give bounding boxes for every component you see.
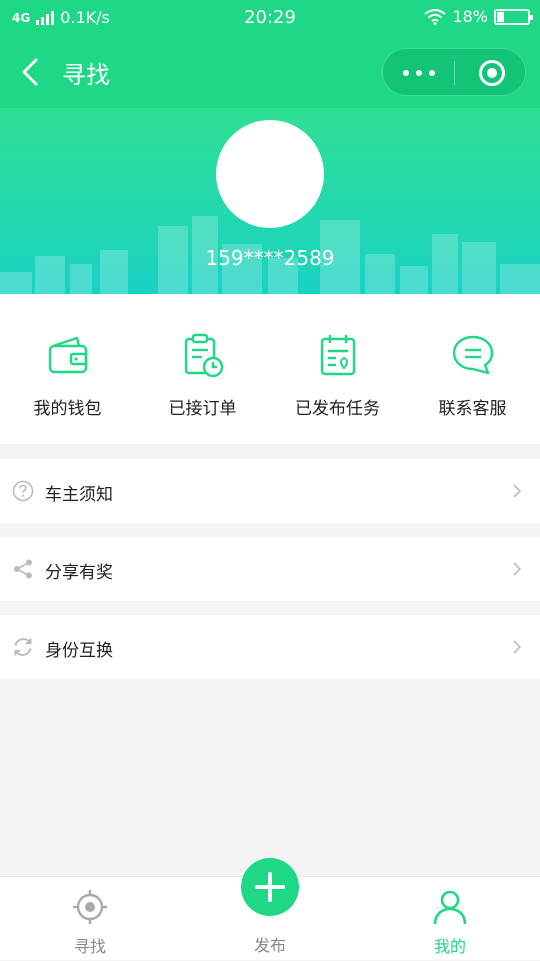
question-icon [12, 480, 34, 502]
quick-action-label: 我的钱包 [33, 399, 102, 419]
back-arrow-icon[interactable] [18, 56, 46, 88]
tab-label-publish[interactable]: 发布 [180, 932, 360, 956]
menu-item-label: 分享有奖 [45, 563, 113, 583]
menu-item-identity-switch[interactable]: 身份互换 [0, 615, 540, 679]
page-title: 寻找 [62, 61, 110, 89]
capsule-divider [454, 61, 455, 85]
menu-item-label: 车主须知 [45, 485, 113, 505]
user-phone: 159****2589 [205, 246, 335, 270]
refresh-icon [14, 638, 32, 656]
wallet-icon [48, 336, 87, 374]
tab-label: 我的 [433, 937, 466, 956]
quick-action-label: 联系客服 [438, 399, 507, 419]
tab-search[interactable]: 寻找 [0, 877, 180, 961]
status-bar: 4G 0.1K/s 20:29 18% [0, 0, 540, 36]
calendar-pin-icon [320, 335, 355, 376]
menu-item-owner-notice[interactable]: 车主须知 [0, 459, 540, 523]
more-dots-icon[interactable] [403, 70, 435, 76]
quick-actions: 我的钱包 已接订单 已发布任务 联系客服 [0, 294, 540, 444]
chevron-right-icon [513, 484, 522, 498]
share-icon [14, 559, 32, 579]
quick-action-customer-service[interactable]: 联系客服 [405, 294, 540, 444]
locate-icon [73, 890, 107, 924]
quick-action-published-tasks[interactable]: 已发布任务 [270, 294, 405, 444]
battery-percent: 18% [452, 7, 488, 26]
quick-action-label: 已接订单 [168, 399, 237, 419]
tab-mine[interactable]: 我的 [360, 877, 540, 961]
profile-header: 159****2589 [0, 108, 540, 294]
quick-action-accepted-orders[interactable]: 已接订单 [135, 294, 270, 444]
close-target-icon[interactable] [479, 60, 505, 86]
tab-label: 寻找 [73, 937, 106, 956]
miniprogram-capsule [382, 48, 526, 96]
chevron-right-icon [513, 640, 522, 654]
menu-item-share-reward[interactable]: 分享有奖 [0, 537, 540, 601]
battery-icon [494, 8, 533, 25]
avatar[interactable] [216, 120, 324, 228]
menu-item-label: 身份互换 [45, 641, 113, 661]
publish-plus-button[interactable] [241, 858, 299, 916]
clipboard-clock-icon [184, 333, 223, 378]
quick-action-wallet[interactable]: 我的钱包 [0, 294, 135, 444]
chevron-right-icon [513, 562, 522, 576]
quick-action-label: 已发布任务 [295, 399, 380, 419]
user-icon [433, 890, 467, 925]
wifi-icon [424, 8, 447, 25]
chat-bubble-icon [452, 335, 493, 375]
nav-bar: 寻找 [0, 36, 540, 108]
